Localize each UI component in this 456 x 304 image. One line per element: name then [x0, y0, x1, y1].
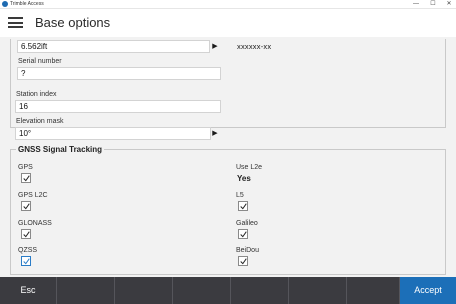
- softkey-bar: Esc Accept: [0, 277, 456, 304]
- l5-label: L5: [236, 192, 244, 199]
- beidou-label: BeiDou: [236, 247, 259, 254]
- maximize-button[interactable]: ☐: [427, 0, 439, 8]
- gnss-signal-tracking-group: [10, 149, 446, 275]
- checkmark-icon: [23, 258, 30, 265]
- beidou-checkbox[interactable]: [238, 256, 248, 266]
- checkmark-icon: [23, 203, 30, 210]
- serial-number-label: Serial number: [18, 58, 62, 65]
- serial-number-field[interactable]: ?: [17, 67, 221, 80]
- close-window-button[interactable]: ✕: [443, 0, 455, 8]
- gps-l2c-checkbox[interactable]: [21, 201, 31, 211]
- gps-l2c-label: GPS L2C: [18, 192, 48, 199]
- app-logo-icon: [2, 1, 8, 7]
- checkmark-icon: [23, 175, 30, 182]
- antenna-type-value: xxxxxx-xx: [237, 42, 272, 51]
- window-titlebar: Trimble Access — ☐ ✕: [0, 0, 456, 9]
- antenna-height-arrow-icon[interactable]: ▶: [211, 40, 219, 53]
- page-header: Base options: [0, 9, 456, 37]
- elevation-mask-arrow-icon[interactable]: ▶: [211, 127, 219, 140]
- softkey-empty-2[interactable]: [115, 277, 173, 304]
- galileo-checkbox[interactable]: [238, 229, 248, 239]
- station-index-field[interactable]: 16: [15, 100, 221, 113]
- checkmark-icon: [240, 203, 247, 210]
- page-title: Base options: [35, 15, 111, 30]
- qzss-checkbox[interactable]: [21, 256, 31, 266]
- softkey-empty-3[interactable]: [173, 277, 231, 304]
- elevation-mask-label: Elevation mask: [16, 118, 64, 125]
- hamburger-menu-icon[interactable]: [8, 17, 23, 28]
- gps-label: GPS: [18, 164, 33, 171]
- l5-checkbox[interactable]: [238, 201, 248, 211]
- softkey-empty-4[interactable]: [231, 277, 289, 304]
- softkey-empty-1[interactable]: [57, 277, 115, 304]
- glonass-checkbox[interactable]: [21, 229, 31, 239]
- accept-button[interactable]: Accept: [400, 277, 456, 304]
- checkmark-icon: [23, 231, 30, 238]
- checkmark-icon: [240, 258, 247, 265]
- softkey-empty-5[interactable]: [289, 277, 347, 304]
- content-area: 6.562ift ▶ xxxxxx-xx Serial number ? Sta…: [0, 37, 456, 277]
- elevation-mask-field[interactable]: 10°: [15, 127, 211, 140]
- gps-checkbox[interactable]: [21, 173, 31, 183]
- galileo-label: Galileo: [236, 220, 258, 227]
- window-title: Trimble Access: [10, 1, 44, 7]
- use-l2e-label: Use L2e: [236, 164, 263, 171]
- softkey-empty-6[interactable]: [347, 277, 400, 304]
- use-l2e-value[interactable]: Yes: [237, 174, 251, 183]
- esc-button[interactable]: Esc: [0, 277, 57, 304]
- glonass-label: GLONASS: [18, 220, 52, 227]
- station-index-label: Station index: [16, 91, 57, 98]
- checkmark-icon: [240, 231, 247, 238]
- antenna-height-field[interactable]: 6.562ift: [17, 40, 210, 53]
- gnss-signal-tracking-title: GNSS Signal Tracking: [16, 145, 105, 154]
- qzss-label: QZSS: [18, 247, 38, 254]
- minimize-button[interactable]: —: [410, 0, 422, 8]
